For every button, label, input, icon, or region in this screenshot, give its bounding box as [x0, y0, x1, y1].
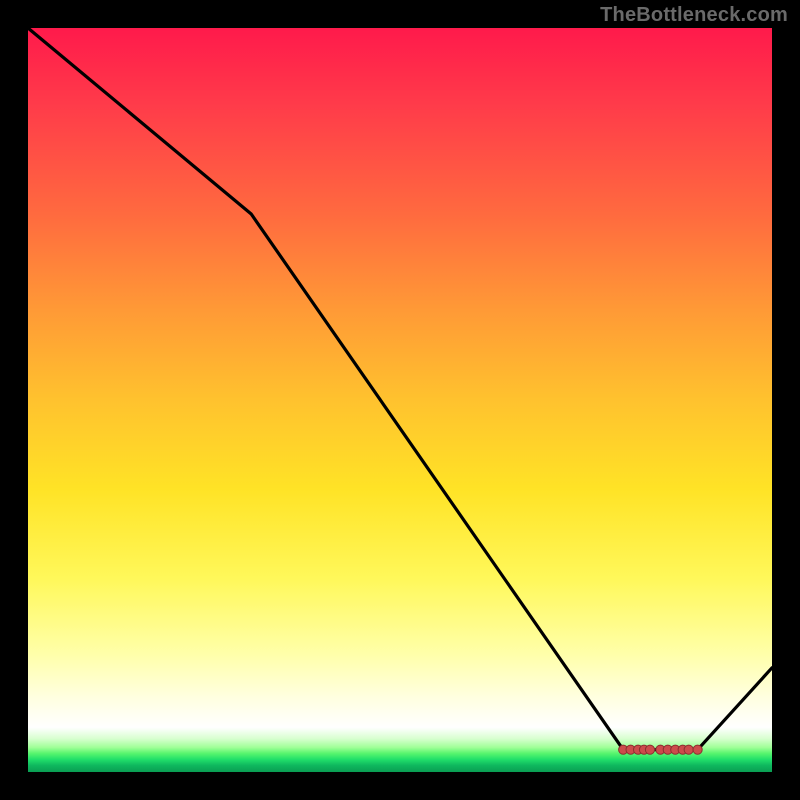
chart-marker	[684, 745, 693, 754]
chart-line	[28, 28, 772, 750]
chart-svg	[28, 28, 772, 772]
chart-markers	[619, 745, 703, 754]
plot-area	[28, 28, 772, 772]
chart-frame: TheBottleneck.com	[0, 0, 800, 800]
watermark-label: TheBottleneck.com	[600, 4, 788, 27]
chart-marker	[645, 745, 654, 754]
chart-marker	[693, 745, 702, 754]
